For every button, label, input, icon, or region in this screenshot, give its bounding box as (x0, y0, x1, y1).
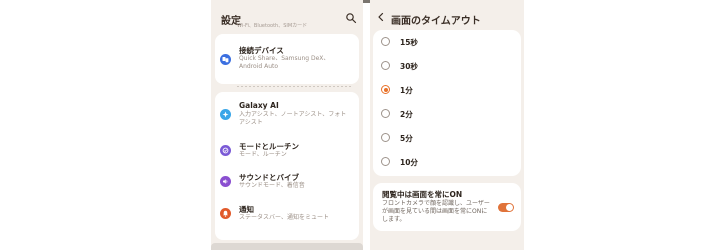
keep-screen-on-card[interactable]: 閲覧中は画面を常にON フロントカメラで顔を認識し、ユーザーが画面を見ている間は… (373, 183, 521, 231)
option-label: 30秒 (400, 62, 418, 71)
settings-item-title: Galaxy AI (239, 101, 279, 110)
option-label: 5分 (400, 134, 413, 143)
page-title: 画面のタイムアウト (391, 16, 481, 27)
settings-item-subtitle: ステータスバー、通知をミュート (239, 214, 329, 221)
timeout-options-card: 15秒 30秒 1分 2分 5分 10分 (373, 30, 521, 176)
radio-button[interactable] (381, 157, 390, 166)
timeout-option-selected[interactable]: 1分 (373, 80, 521, 100)
sound-icon (220, 176, 231, 187)
modes-routines-icon (220, 145, 231, 156)
settings-item-subtitle: サウンドモード、着信音 (239, 182, 305, 189)
settings-list-panel: 設定 Wi-Fi、Bluetooth、SIMカード 接続デバイス Quick S… (211, 0, 363, 250)
settings-item-notifications[interactable]: 通知 ステータスバー、通知をミュート (215, 203, 359, 225)
timeout-option[interactable]: 10分 (373, 152, 521, 172)
option-label: 15秒 (400, 38, 418, 47)
galaxy-ai-icon (220, 109, 231, 120)
keep-screen-on-toggle[interactable] (498, 203, 514, 212)
divider (237, 86, 353, 87)
timeout-option[interactable]: 5分 (373, 128, 521, 148)
radio-button[interactable] (381, 133, 390, 142)
settings-screen: 設定 Wi-Fi、Bluetooth、SIMカード 接続デバイス Quick S… (0, 0, 715, 250)
settings-item-subtitle: 入力アシスト、ノートアシスト、フォトアシスト (239, 111, 347, 126)
bottom-card-edge (211, 243, 363, 250)
option-label: 2分 (400, 110, 413, 119)
connected-devices-icon (220, 54, 231, 65)
radio-button-selected[interactable] (381, 85, 390, 94)
back-arrow-icon[interactable] (377, 12, 385, 22)
settings-item-sound[interactable]: サウンドとバイブ サウンドモード、着信音 (215, 171, 359, 193)
search-icon[interactable] (345, 12, 357, 24)
settings-item-galaxy-ai[interactable]: Galaxy AI 入力アシスト、ノートアシスト、フォトアシスト (215, 100, 359, 130)
settings-item-connected-devices[interactable]: 接続デバイス Quick Share、Samsung DeX、Android A… (215, 44, 359, 74)
notification-icon (220, 208, 231, 219)
option-label: 10分 (400, 158, 418, 167)
timeout-option[interactable]: 2分 (373, 104, 521, 124)
settings-item-modes-routines[interactable]: モードとルーチン モード、ルーチン (215, 140, 359, 162)
settings-item-subtitle: Quick Share、Samsung DeX、Android Auto (239, 55, 330, 70)
network-subtitle: Wi-Fi、Bluetooth、SIMカード (237, 23, 308, 29)
radio-button[interactable] (381, 109, 390, 118)
settings-item-subtitle: モード、ルーチン (239, 151, 287, 158)
keep-screen-on-description: フロントカメラで顔を認識し、ユーザーが画面を見ている間は画面を常にONにします。 (382, 200, 490, 223)
timeout-option[interactable]: 15秒 (373, 32, 521, 52)
radio-button[interactable] (381, 37, 390, 46)
keep-screen-on-title: 閲覧中は画面を常にON (382, 190, 463, 199)
screen-timeout-panel: 画面のタイムアウト 15秒 30秒 1分 2分 5分 10分 閲覧中は画面を常に… (370, 0, 524, 250)
radio-button[interactable] (381, 61, 390, 70)
timeout-option[interactable]: 30秒 (373, 56, 521, 76)
option-label: 1分 (400, 86, 413, 95)
